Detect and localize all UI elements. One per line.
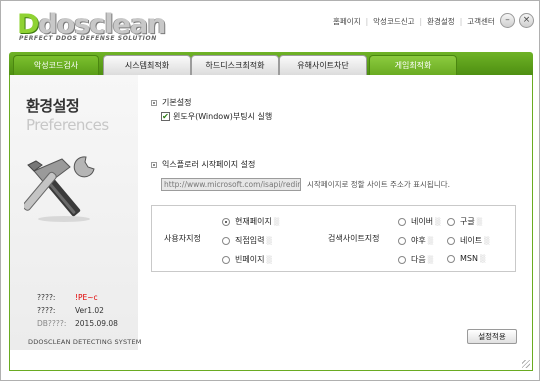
radio-google[interactable]: 구글 ▒	[447, 216, 482, 227]
resize-grip-icon[interactable]	[522, 360, 530, 368]
radio-daum[interactable]: 다음 ▒	[398, 254, 433, 265]
db-date-value: 2015.09.08	[75, 319, 118, 328]
radio-icon[interactable]	[222, 255, 230, 264]
section-ie-title: 익스플로러 시작페이지 설정	[151, 159, 255, 170]
tab-system-optimize[interactable]: 시스템최적화	[103, 55, 191, 75]
radio-blank-page[interactable]: 빈페이지 ▒	[222, 254, 272, 265]
minimize-button[interactable]: –	[500, 13, 515, 28]
menu-divider: |	[419, 17, 423, 26]
apply-settings-button[interactable]: 설정적용	[467, 329, 517, 344]
radio-icon[interactable]	[398, 236, 406, 245]
info-row: ????: Ver1.02	[37, 306, 104, 315]
tools-icon	[22, 151, 104, 225]
checkbox-checked-icon[interactable]: ✔	[161, 112, 170, 121]
menu-divider: |	[459, 17, 463, 26]
radio-msn[interactable]: MSN ▒	[447, 254, 485, 263]
app-logo: Ddosclean PERFECT DDOS DEFENSE SOLUTION	[17, 9, 166, 42]
menu-preferences-link[interactable]: 환경설정	[427, 16, 455, 27]
radio-direct-input[interactable]: 직접입력 ▒	[222, 235, 272, 246]
radio-icon[interactable]	[447, 236, 455, 245]
version-value: Ver1.02	[75, 306, 104, 315]
radio-icon[interactable]	[447, 217, 455, 226]
section-bullet-icon	[151, 99, 157, 106]
app-window: Ddosclean PERFECT DDOS DEFENSE SOLUTION …	[0, 0, 540, 381]
search-spec-label: 검색사이트지정	[328, 234, 380, 243]
radio-nate[interactable]: 네이트 ▒	[447, 235, 489, 246]
status-bar	[10, 350, 532, 370]
close-icon: ×	[522, 15, 531, 25]
radio-icon[interactable]	[447, 254, 455, 263]
start-page-options-box: 사용자지정 현재페이지 ▒ 직접입력 ▒ 빈페이지 ▒ 검색사이트지정 네이버 ▒ 구글…	[151, 205, 516, 272]
radio-current-page[interactable]: 현재페이지 ▒	[222, 216, 279, 227]
start-page-url-field[interactable]: http://www.microsoft.com/isapi/redir	[161, 178, 301, 191]
radio-icon[interactable]	[398, 217, 406, 226]
info-row: ????: !PE~c	[37, 293, 98, 302]
top-menu: 홈페이지 | 악성코드신고 | 환경설정 | 고객센터	[333, 16, 495, 27]
brand-footer: DDOSCLEAN DETECTING SYSTEM	[28, 338, 142, 346]
boot-checkbox-label: 윈도우(Window)부팅시 실행	[173, 112, 273, 121]
menu-divider: |	[365, 17, 369, 26]
panel-title: 환경설정	[26, 97, 80, 115]
engine-status-value: !PE~c	[75, 293, 98, 302]
radio-icon[interactable]	[222, 236, 230, 245]
tab-disk-optimize[interactable]: 하드디스크최적화	[191, 55, 279, 75]
panel-subtitle: Preferences	[26, 116, 109, 134]
menu-report-malware-link[interactable]: 악성코드신고	[373, 16, 414, 27]
user-spec-label: 사용자지정	[164, 234, 201, 243]
close-button[interactable]: ×	[519, 13, 534, 28]
tab-game-optimize[interactable]: 게임최적화	[369, 55, 457, 75]
radio-naver[interactable]: 네이버 ▒	[398, 216, 440, 227]
menu-homepage-link[interactable]: 홈페이지	[333, 16, 361, 27]
logo-tagline: PERFECT DDOS DEFENSE SOLUTION	[19, 35, 157, 42]
left-panel: 환경설정 Preferences ????: !PE~c ????: Ver1.02	[10, 75, 138, 350]
tab-malware-scan[interactable]: 악성코드검사	[13, 55, 99, 75]
radio-yahoo[interactable]: 야후 ▒	[398, 235, 433, 246]
radio-icon[interactable]	[398, 255, 406, 264]
boot-checkbox-row[interactable]: ✔ 윈도우(Window)부팅시 실행	[161, 111, 272, 122]
tab-site-block[interactable]: 유해사이트차단	[279, 55, 367, 75]
radio-selected-icon[interactable]	[222, 217, 230, 226]
section-basic-title: 기본설정	[151, 97, 191, 108]
menu-support-link[interactable]: 고객센터	[467, 16, 495, 27]
minimize-icon: –	[505, 15, 510, 25]
start-page-hint: 시작페이지로 정할 사이트 주소가 표시됩니다.	[307, 180, 451, 189]
info-row: DB????: 2015.09.08	[37, 319, 118, 328]
section-bullet-icon	[151, 161, 157, 168]
